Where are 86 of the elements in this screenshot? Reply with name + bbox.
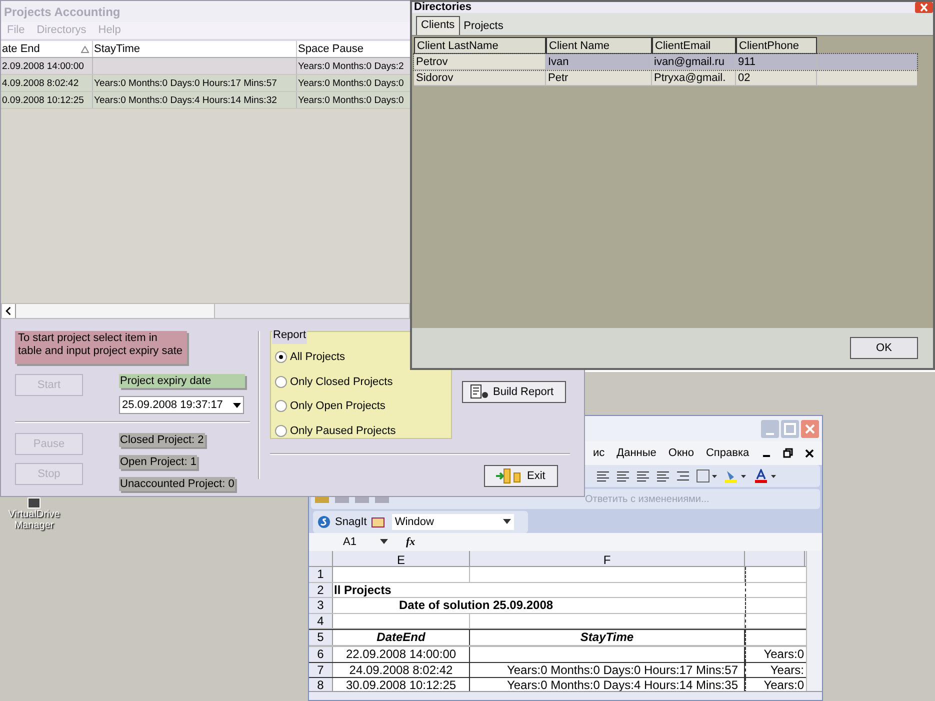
column-header[interactable]: Client LastName xyxy=(414,37,546,54)
dropdown-arrow-icon[interactable] xyxy=(380,539,388,545)
snagit-button[interactable]: SnagIt xyxy=(335,514,367,530)
exit-button[interactable]: Exit xyxy=(484,465,558,487)
row-header[interactable]: 4 xyxy=(309,614,333,628)
dropdown-arrow-icon[interactable] xyxy=(233,402,241,408)
close-button[interactable] xyxy=(915,2,933,13)
horizontal-scrollbar[interactable] xyxy=(1,303,411,319)
scroll-left-icon[interactable] xyxy=(2,304,16,318)
report-icon xyxy=(469,384,489,400)
group-title: Report xyxy=(272,327,308,344)
table-cell: 22.09.2008 14:00:00 xyxy=(333,647,470,662)
field-label: Project expiry date xyxy=(119,374,245,388)
mode-dropdown[interactable]: Window xyxy=(392,514,514,530)
tab[interactable]: Projects xyxy=(460,18,508,35)
exit-door-icon xyxy=(495,468,521,484)
column-header[interactable]: ClientEmail xyxy=(652,37,736,54)
align-icon[interactable] xyxy=(596,470,610,482)
build-report-button[interactable]: Build Report xyxy=(462,381,566,403)
table-row[interactable]: Sidorov Petr Ptryxa@gmail. 02 xyxy=(414,70,917,86)
capture-mode-icon[interactable] xyxy=(370,516,385,528)
window-title: Projects Accounting xyxy=(4,4,120,20)
align-icon[interactable] xyxy=(616,470,630,482)
menu-item[interactable]: Справка xyxy=(706,444,750,462)
sort-ascending-icon[interactable] xyxy=(81,46,89,52)
table-cell: 4.09.2008 8:02:42 xyxy=(1,75,93,91)
row-header[interactable]: 8 xyxy=(309,678,333,691)
drive-icon[interactable] xyxy=(27,497,41,509)
radio-button[interactable] xyxy=(275,424,287,437)
window-title: Directories xyxy=(413,2,472,13)
column-header[interactable]: ClientPhone xyxy=(736,37,817,54)
counter-label: Closed Project: 2 xyxy=(119,433,205,447)
table-cell: Years:0 Months:0 Days:4 Hours:14 Mins:32 xyxy=(93,92,297,108)
capture-icon[interactable] xyxy=(317,515,331,529)
table-cell-text: ll Projects xyxy=(333,582,392,597)
table-cell: DateEnd xyxy=(333,630,470,645)
scrollbar-thumb[interactable] xyxy=(214,304,410,318)
radio-button[interactable] xyxy=(275,376,287,388)
align-icon[interactable] xyxy=(636,470,650,482)
column-header[interactable]: Client Name xyxy=(546,37,652,54)
radio-option[interactable]: Only Closed Projects xyxy=(275,374,451,390)
align-icon[interactable] xyxy=(656,470,670,482)
table-cell: 2.09.2008 14:00:00 xyxy=(1,58,93,74)
table-cell: Years: xyxy=(745,662,805,677)
row-header[interactable]: 2 xyxy=(309,582,333,597)
row-header[interactable]: 5 xyxy=(309,630,333,645)
row-header[interactable]: 6 xyxy=(309,647,333,662)
menu-item[interactable]: ис xyxy=(593,444,605,462)
table-cell: Years:0 xyxy=(745,647,805,662)
ok-button[interactable]: OK xyxy=(850,337,918,359)
indent-icon[interactable] xyxy=(676,470,690,482)
table-cell: Years:0 Months:0 Days:0 Hours:17 Mins:57 xyxy=(470,662,745,677)
table-cell: Years:0 Months:0 Days:0 Hours:17 Mins:57 xyxy=(93,75,297,91)
name-box[interactable]: A1 xyxy=(309,533,404,551)
table-row[interactable]: Petrov Ivan ivan@gmail.ru 911 xyxy=(414,54,917,70)
radio-button[interactable] xyxy=(275,400,287,412)
row-header[interactable]: 7 xyxy=(309,662,333,677)
row-header[interactable]: 3 xyxy=(309,598,333,612)
borders-icon[interactable] xyxy=(696,469,718,483)
restore-icon[interactable] xyxy=(783,448,793,458)
radio-button[interactable] xyxy=(275,351,287,364)
close-icon[interactable] xyxy=(805,448,814,458)
table-cell: 0.09.2008 10:12:25 xyxy=(1,92,93,108)
column-header[interactable]: ate End xyxy=(1,41,93,57)
fill-color-icon[interactable] xyxy=(724,469,748,483)
tab[interactable]: Clients xyxy=(416,16,460,35)
column-header[interactable]: E xyxy=(333,551,470,566)
radio-option[interactable]: All Projects xyxy=(275,349,451,366)
radio-option[interactable]: Only Open Projects xyxy=(275,398,451,414)
function-label[interactable]: fx xyxy=(406,534,416,550)
counter-label: Unaccounted Project: 0 xyxy=(119,477,236,491)
dropdown-arrow-icon[interactable] xyxy=(502,519,511,525)
row-header[interactable]: 1 xyxy=(309,567,333,582)
hint-text: To start project select item in table and input project expiry sate xyxy=(15,331,187,364)
menu-item[interactable]: Окно xyxy=(668,444,694,462)
counter-label: Open Project: 1 xyxy=(119,455,198,469)
menu-item[interactable]: Данные xyxy=(616,444,656,462)
table-cell: 24.09.2008 8:02:42 xyxy=(333,662,470,677)
scrollbar[interactable] xyxy=(806,551,822,691)
radio-option[interactable]: Only Paused Projects xyxy=(275,422,451,439)
table-cell: StayTime xyxy=(470,630,745,645)
column-header[interactable]: F xyxy=(470,551,745,566)
font-color-icon[interactable] xyxy=(754,469,778,483)
column-header[interactable]: StayTime xyxy=(93,41,297,57)
table-cell-text: Date of solution 25.09.2008 xyxy=(398,598,554,612)
date-picker[interactable]: 25.09.2008 19:37:17 xyxy=(119,396,244,414)
